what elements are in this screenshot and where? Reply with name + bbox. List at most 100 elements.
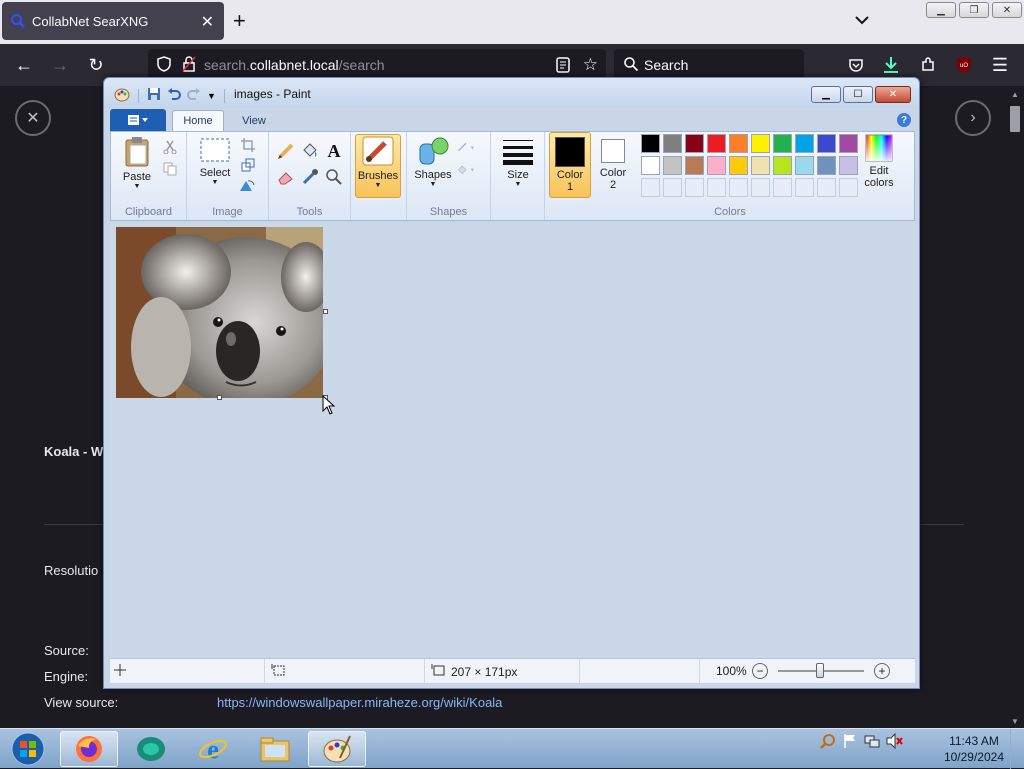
lock-icon[interactable]	[182, 55, 196, 75]
hamburger-menu-icon[interactable]: ☰	[988, 53, 1012, 77]
paint-app-icon[interactable]	[114, 86, 130, 105]
canvas-area[interactable]	[110, 223, 915, 657]
taskbar-file-explorer[interactable]	[246, 731, 304, 767]
color1-button[interactable]: Color 1	[549, 132, 591, 198]
copy-icon[interactable]	[161, 160, 179, 178]
edit-colors-button[interactable]: Edit colors	[849, 134, 909, 189]
palette-swatch-empty[interactable]	[641, 178, 660, 197]
paste-button[interactable]: Paste ▼	[117, 136, 157, 190]
size-button[interactable]: Size ▼	[497, 136, 539, 188]
view-source-link[interactable]: https://windowswallpaper.miraheze.org/wi…	[217, 695, 502, 710]
shield-icon[interactable]	[156, 55, 172, 75]
magnifier-icon[interactable]	[325, 168, 343, 186]
palette-swatch-empty[interactable]	[729, 178, 748, 197]
paint-minimize-button[interactable]: ▁	[811, 86, 841, 103]
taskbar-firefox[interactable]	[60, 731, 118, 767]
help-icon[interactable]: ?	[897, 113, 911, 127]
eraser-icon[interactable]	[277, 168, 295, 186]
palette-swatch[interactable]	[751, 134, 770, 153]
palette-swatch[interactable]	[663, 134, 682, 153]
palette-swatch-empty[interactable]	[795, 178, 814, 197]
paste-dropdown-icon[interactable]: ▼	[117, 183, 157, 190]
palette-swatch[interactable]	[685, 134, 704, 153]
back-arrow-icon[interactable]: ←	[12, 53, 36, 77]
palette-swatch[interactable]	[729, 156, 748, 175]
koala-image[interactable]	[116, 227, 323, 398]
palette-swatch-empty[interactable]	[751, 178, 770, 197]
close-circle-icon[interactable]: ✕	[15, 100, 51, 136]
reader-view-icon[interactable]	[556, 57, 570, 76]
action-center-flag-icon[interactable]	[842, 733, 858, 754]
next-arrow-icon[interactable]: ›	[955, 100, 991, 136]
scroll-up-icon[interactable]: ▲	[1011, 90, 1019, 99]
browser-tab[interactable]: CollabNet SearXNG ✕	[2, 2, 224, 40]
tab-view[interactable]: View	[230, 110, 278, 131]
palette-swatch[interactable]	[707, 156, 726, 175]
select-button[interactable]: Select ▼	[195, 136, 235, 186]
tab-home[interactable]: Home	[172, 110, 224, 131]
palette-swatch-empty[interactable]	[685, 178, 704, 197]
taskbar-app-teal[interactable]	[122, 731, 180, 767]
taskbar-clock[interactable]: 11:43 AM 10/29/2024	[944, 733, 1004, 765]
scroll-down-icon[interactable]: ▼	[1011, 717, 1019, 726]
crop-icon[interactable]	[239, 136, 257, 154]
reload-icon[interactable]: ↻	[84, 53, 108, 77]
color-picker-icon[interactable]	[301, 168, 319, 186]
taskbar-internet-explorer[interactable]: e	[184, 731, 242, 767]
tab-close-icon[interactable]: ✕	[201, 12, 214, 32]
paint-maximize-button[interactable]: ☐	[843, 86, 873, 103]
bookmark-star-icon[interactable]: ☆	[583, 55, 598, 75]
palette-swatch-empty[interactable]	[663, 178, 682, 197]
fill-icon[interactable]: ▼	[457, 160, 475, 178]
brushes-dropdown-icon[interactable]: ▼	[356, 182, 400, 189]
forward-arrow-icon[interactable]: →	[48, 53, 72, 77]
pencil-icon[interactable]	[277, 142, 295, 160]
rotate-icon[interactable]	[239, 176, 257, 194]
palette-swatch[interactable]	[795, 134, 814, 153]
undo-icon[interactable]	[167, 87, 181, 104]
minimize-button[interactable]: ▁	[926, 2, 956, 18]
palette-swatch[interactable]	[707, 134, 726, 153]
palette-swatch[interactable]	[751, 156, 770, 175]
paint-menu-button[interactable]	[110, 109, 166, 131]
fill-bucket-icon[interactable]	[301, 142, 319, 160]
scrollbar-thumb[interactable]	[1010, 106, 1020, 132]
cut-icon[interactable]	[161, 138, 179, 156]
palette-swatch[interactable]	[773, 156, 792, 175]
downloads-icon[interactable]	[879, 53, 903, 77]
palette-swatch-empty[interactable]	[817, 178, 836, 197]
zoom-in-icon[interactable]: +	[874, 663, 890, 679]
text-tool-icon[interactable]: A	[325, 141, 343, 161]
list-tabs-chevron-icon[interactable]	[855, 12, 869, 30]
palette-swatch[interactable]	[817, 134, 836, 153]
show-desktop-button[interactable]	[1010, 729, 1024, 769]
restore-button[interactable]: ❐	[959, 2, 989, 18]
volume-muted-icon[interactable]	[886, 732, 904, 754]
brushes-button[interactable]: Brushes ▼	[355, 134, 401, 198]
paint-close-button[interactable]: ✕	[875, 86, 911, 103]
taskbar-paint[interactable]	[308, 731, 366, 767]
palette-swatch[interactable]	[641, 134, 660, 153]
select-dropdown-icon[interactable]: ▼	[195, 179, 235, 186]
network-icon[interactable]	[864, 733, 880, 754]
palette-swatch-empty[interactable]	[707, 178, 726, 197]
save-icon[interactable]	[147, 87, 161, 104]
close-window-button[interactable]: ✕	[992, 2, 1022, 18]
palette-swatch[interactable]	[795, 156, 814, 175]
zoom-slider-thumb[interactable]	[816, 663, 824, 678]
shapes-button[interactable]: Shapes ▼	[411, 136, 455, 188]
start-button[interactable]	[2, 731, 54, 767]
palette-swatch[interactable]	[641, 156, 660, 175]
page-scrollbar[interactable]: ▲ ▼	[1006, 86, 1024, 728]
palette-swatch[interactable]	[729, 134, 748, 153]
shapes-dropdown-icon[interactable]: ▼	[411, 181, 455, 188]
resize-handle-bottom[interactable]	[217, 395, 222, 400]
customize-qat-icon[interactable]: ▼	[207, 91, 216, 101]
palette-swatch[interactable]	[773, 134, 792, 153]
resize-handle-right[interactable]	[323, 309, 328, 314]
resize-icon[interactable]	[239, 156, 257, 174]
zoom-out-icon[interactable]: −	[752, 663, 768, 679]
pocket-icon[interactable]	[844, 53, 868, 77]
new-tab-button[interactable]: +	[233, 10, 246, 32]
palette-swatch[interactable]	[685, 156, 704, 175]
